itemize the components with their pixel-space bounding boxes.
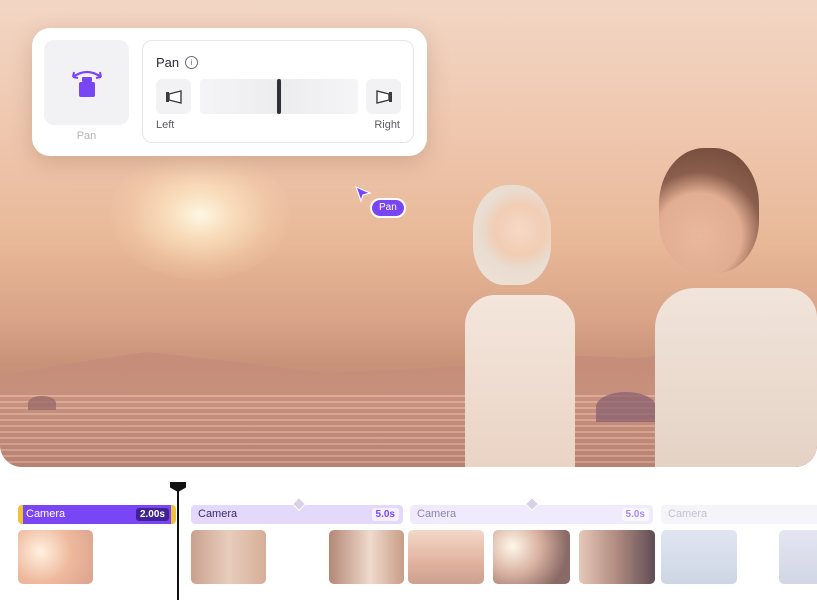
camera-track-duration: 5.0s — [621, 508, 649, 521]
woman-figure — [455, 185, 580, 467]
man-body — [655, 288, 817, 467]
pan-preset-label: Pan — [76, 130, 97, 142]
video-clip-thumbnail[interactable] — [408, 530, 484, 584]
camera-pan-icon — [71, 70, 102, 97]
camera-track-label: Camera — [417, 508, 457, 520]
video-clip-thumbnail[interactable] — [661, 530, 737, 584]
video-clip-thumbnail[interactable] — [18, 530, 93, 584]
cursor-tag: Pan — [372, 200, 404, 216]
pan-left-label: Left — [156, 119, 175, 131]
man-figure — [655, 148, 817, 467]
pan-control-panel: Pan Pan i Left Right — [32, 28, 427, 156]
playhead-handle[interactable] — [170, 482, 186, 492]
camera-left-icon — [165, 89, 182, 104]
video-clip-thumbnail[interactable] — [493, 530, 570, 584]
camera-track-label: Camera — [668, 508, 708, 520]
video-clip-thumbnail[interactable] — [191, 530, 266, 584]
woman-body — [465, 295, 575, 467]
playhead-line[interactable] — [177, 489, 179, 600]
pan-title: Pan — [156, 55, 180, 70]
rock-left — [28, 396, 56, 410]
camera-track-2[interactable]: Camera 5.0s — [191, 496, 403, 524]
pan-right-button[interactable] — [366, 79, 401, 114]
pan-preset-tile[interactable] — [44, 40, 129, 125]
video-clip-thumbnail[interactable] — [329, 530, 404, 584]
info-icon[interactable]: i — [185, 56, 198, 69]
keyframe-marker[interactable] — [291, 496, 307, 512]
cursor-arrow-icon — [354, 185, 372, 203]
timeline: Camera 2.00s Camera 5.0s Camera 5.0s Cam… — [0, 467, 817, 600]
camera-track-duration: 5.0s — [371, 508, 399, 521]
camera-track-label: Camera — [26, 508, 66, 520]
camera-track-duration: 2.00s — [135, 508, 169, 521]
pan-left-button[interactable] — [156, 79, 191, 114]
man-head — [659, 148, 759, 273]
pan-slider[interactable] — [200, 79, 358, 114]
sun-glow — [110, 150, 290, 280]
camera-right-icon — [375, 89, 392, 104]
video-clip-thumbnail[interactable] — [779, 530, 817, 584]
camera-track-4[interactable]: Camera — [661, 505, 817, 524]
rock-right — [596, 392, 656, 422]
keyframe-marker[interactable] — [524, 496, 540, 512]
camera-track-3[interactable]: Camera 5.0s — [410, 496, 653, 524]
video-clip-thumbnail[interactable] — [579, 530, 655, 584]
camera-track-1[interactable]: Camera 2.00s — [18, 505, 176, 524]
camera-track-label: Camera — [198, 508, 238, 520]
woman-head — [473, 185, 551, 285]
pan-right-label: Right — [374, 119, 400, 131]
pan-slider-thumb[interactable] — [277, 79, 281, 114]
pan-settings-box: Pan i Left Right — [142, 40, 414, 143]
